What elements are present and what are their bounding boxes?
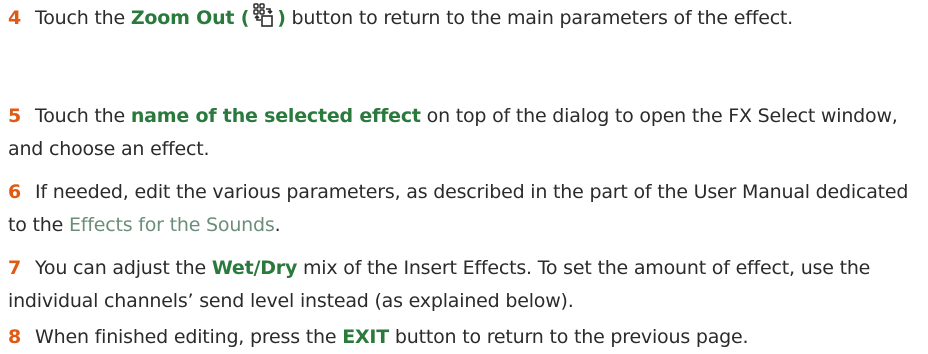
step-text: button to return to the main parameters …: [285, 7, 794, 29]
step-number: 4: [8, 7, 22, 29]
step-text: button to return to the previous page.: [389, 326, 749, 348]
zoom-out-icon: [253, 3, 273, 27]
step-text: Touch the: [35, 7, 131, 29]
step-item: 4 Touch the Zoom Out ( ) button to return…: [8, 2, 920, 35]
selected-effect-name-label: name of the selected effect: [130, 105, 421, 127]
step-number: 8: [8, 326, 22, 348]
zoom-out-button-label: Zoom Out (: [130, 7, 250, 29]
effects-for-sounds-link[interactable]: Effects for the Sounds: [69, 214, 275, 236]
step-number: 5: [8, 105, 22, 127]
step-item: 7 You can adjust the Wet/Dry mix of the I…: [8, 252, 920, 318]
step-text: .: [274, 214, 281, 236]
zoom-out-close-paren: ): [277, 7, 286, 29]
step-text: When finished editing, press the: [35, 326, 343, 348]
step-item: 8 When finished editing, press the EXIT b…: [8, 321, 920, 354]
step-text: You can adjust the: [35, 257, 212, 279]
step-item: 5 Touch the name of the selected effect o…: [8, 100, 920, 166]
exit-button-label: EXIT: [342, 326, 390, 348]
step-number: 7: [8, 257, 22, 279]
step-item: 6 If needed, edit the various parameters,…: [8, 176, 920, 242]
step-text: Touch the: [35, 105, 131, 127]
wet-dry-label: Wet/Dry: [211, 257, 298, 279]
step-number: 6: [8, 181, 22, 203]
